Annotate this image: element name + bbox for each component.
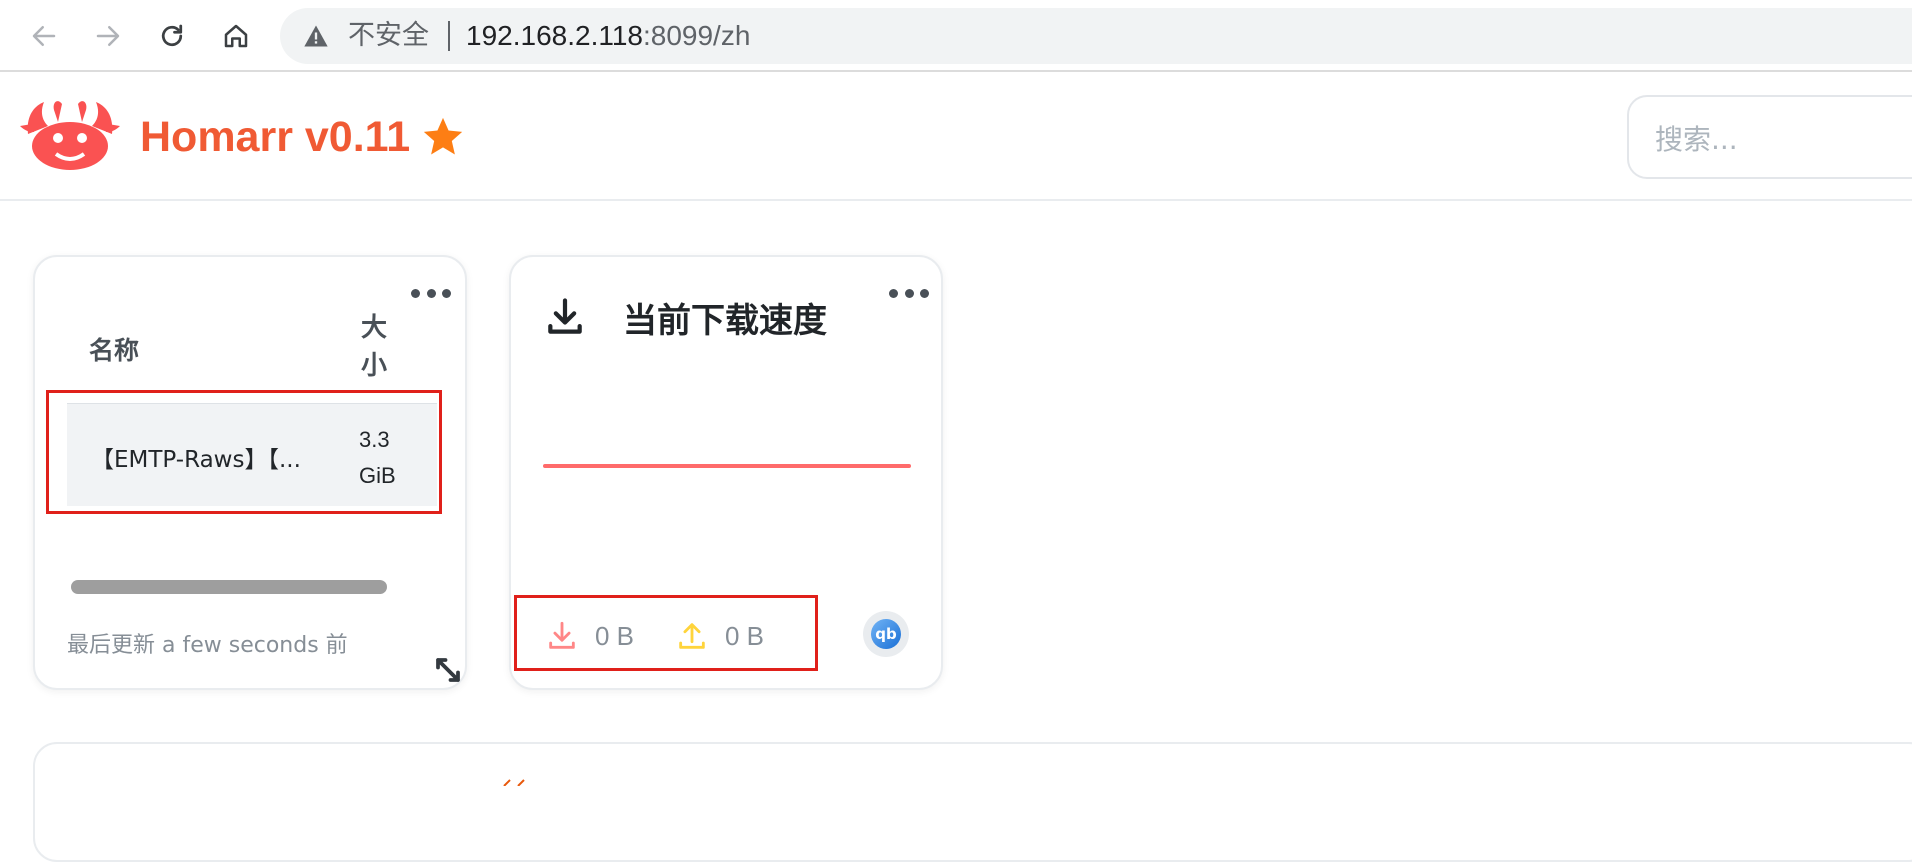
dot-icon [904, 288, 914, 298]
homarr-logo-icon[interactable] [18, 96, 122, 172]
forward-button[interactable] [86, 14, 130, 58]
highlight-box-torrent-row [46, 390, 442, 514]
arrow-right-icon [96, 26, 120, 46]
qbittorrent-badge: qb [871, 619, 901, 649]
widget-menu-button[interactable] [411, 287, 451, 299]
widget-title: 当前下载速度 [623, 301, 827, 341]
widget-menu-button[interactable] [889, 287, 929, 299]
reload-icon [161, 24, 183, 47]
url-divider [448, 21, 450, 51]
star-icon[interactable] [420, 114, 466, 160]
home-button[interactable] [214, 14, 258, 58]
reload-button[interactable] [150, 14, 194, 58]
last-updated-text: 最后更新 a few seconds 前 [67, 633, 348, 658]
download-icon [548, 298, 582, 334]
bottom-widget-mark-icon [503, 779, 525, 786]
app-header: Homarr v0.11 [0, 74, 1912, 201]
dot-icon [411, 288, 420, 298]
horizontal-scrollbar[interactable] [71, 580, 387, 594]
warning-icon[interactable] [302, 22, 330, 50]
dot-icon [920, 288, 929, 298]
dot-icon [889, 288, 898, 298]
qbittorrent-icon: qb [863, 611, 909, 657]
resize-icon[interactable] [433, 655, 463, 685]
app-title: Homarr v0.11 [140, 113, 411, 161]
browser-toolbar: 不安全 192.168.2.118:8099/zh [0, 0, 1912, 72]
search-input[interactable] [1655, 119, 1912, 159]
column-header-name[interactable]: 名称 [89, 331, 139, 367]
url-text[interactable]: 192.168.2.118:8099/zh [466, 22, 750, 50]
speed-graph-line [543, 464, 911, 468]
url-host: 192.168.2.118 [466, 20, 643, 51]
url-path: :8099/zh [642, 20, 751, 51]
column-header-size[interactable]: 大小 [361, 309, 401, 385]
dot-icon [426, 288, 436, 298]
bottom-widget [33, 742, 1912, 862]
home-icon [224, 24, 248, 48]
arrow-left-icon [32, 26, 56, 46]
highlight-box-speed-stats [514, 595, 818, 671]
dot-icon [442, 288, 451, 298]
security-label[interactable]: 不安全 [348, 22, 429, 50]
address-bar[interactable]: 不安全 192.168.2.118:8099/zh [280, 8, 1912, 64]
search-box[interactable] [1627, 95, 1912, 179]
back-button[interactable] [22, 14, 66, 58]
